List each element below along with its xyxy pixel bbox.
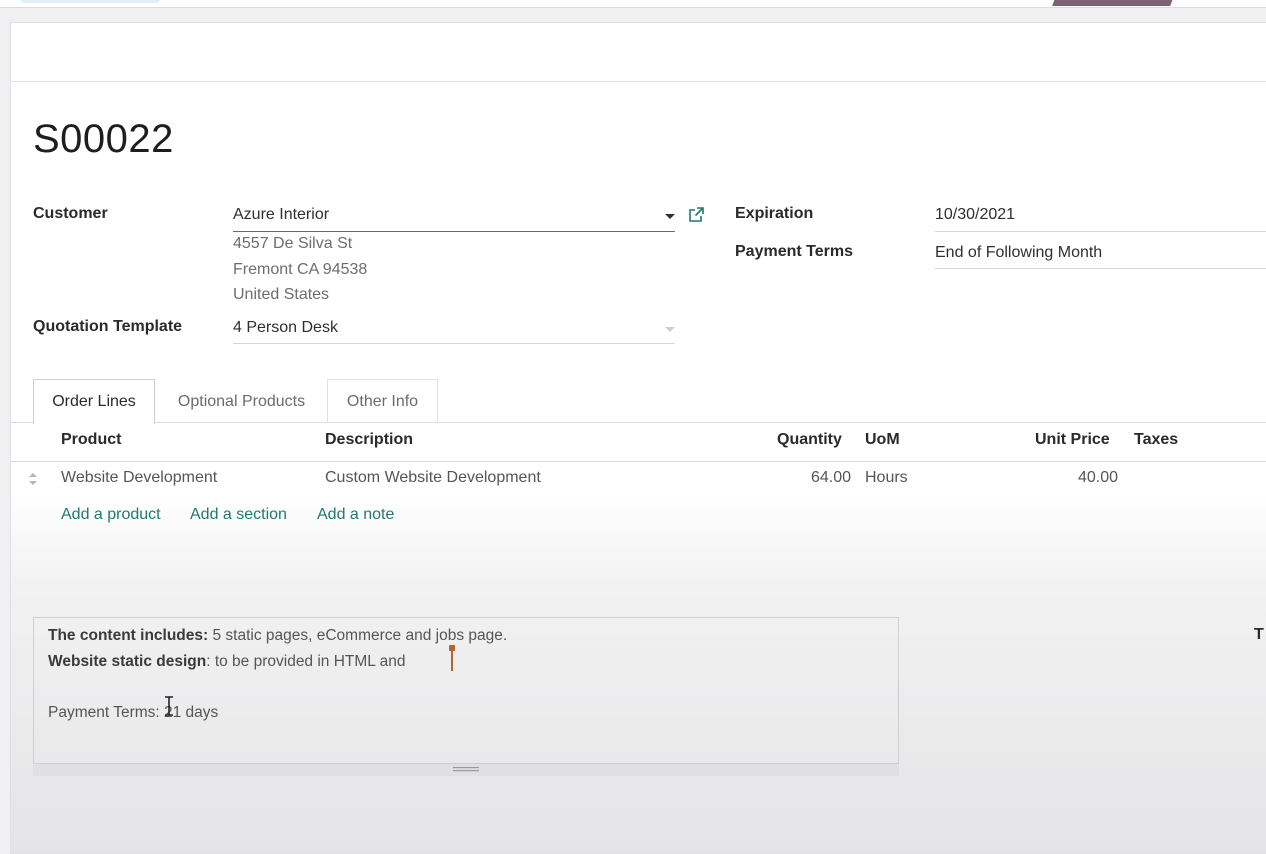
column-header-quantity[interactable]: Quantity — [777, 431, 842, 449]
editor-resize-handle[interactable] — [33, 763, 899, 776]
tabs-divider — [11, 422, 1266, 423]
table-header-divider — [11, 461, 1266, 462]
form-statusbar — [11, 23, 1266, 82]
table-cell-uom[interactable]: Hours — [865, 469, 908, 487]
add-section-link[interactable]: Add a section — [190, 506, 287, 524]
quotation-template-field[interactable]: 4 Person Desk — [233, 319, 338, 337]
address-street: 4557 De Silva St — [233, 235, 353, 252]
expiration-underline — [935, 231, 1266, 232]
table-cell-unit-price[interactable]: 40.00 — [1078, 469, 1118, 487]
payment-terms-label: Payment Terms — [735, 243, 853, 260]
note-line-1: The content includes: 5 static pages, eC… — [48, 627, 507, 645]
note-line-2-text: : to be provided in HTML and — [206, 653, 406, 670]
expiration-label: Expiration — [735, 205, 814, 222]
external-link-icon[interactable] — [688, 207, 705, 223]
table-cell-description[interactable]: Custom Website Development — [325, 469, 541, 487]
tab-other-info[interactable]: Other Info — [327, 379, 438, 423]
tab-optional-products[interactable]: Optional Products — [154, 379, 329, 423]
customer-address: 4557 De Silva St Fremont CA 94538 United… — [233, 231, 367, 308]
drag-handle-icon[interactable] — [28, 471, 38, 487]
terms-note-editor[interactable]: The content includes: 5 static pages, eC… — [33, 617, 899, 776]
column-header-unit-price[interactable]: Unit Price — [1035, 431, 1110, 449]
page-title: S00022 — [33, 117, 174, 161]
customer-field[interactable]: Azure Interior — [233, 206, 329, 224]
ibeam-cursor-icon — [165, 696, 173, 716]
note-line-1-bold: The content includes: — [48, 627, 209, 644]
note-line-3: Payment Terms: 21 days — [48, 704, 219, 721]
add-note-link[interactable]: Add a note — [317, 506, 394, 524]
column-header-taxes[interactable]: Taxes — [1134, 431, 1178, 449]
quotation-template-label: Quotation Template — [33, 318, 183, 335]
column-header-description[interactable]: Description — [325, 431, 413, 449]
navbar-tab[interactable] — [20, 0, 160, 3]
chevron-down-icon[interactable] — [665, 327, 675, 332]
quotation-template-underline — [233, 343, 675, 344]
navbar-active-stage[interactable] — [1052, 0, 1174, 6]
address-city: Fremont CA 94538 — [233, 260, 368, 278]
form-sheet: S00022 Customer Azure Interior 4557 De S… — [10, 22, 1266, 854]
table-cell-quantity[interactable]: 64.00 — [811, 469, 851, 487]
column-header-uom[interactable]: UoM — [865, 431, 900, 449]
customer-label: Customer — [33, 205, 108, 222]
payment-terms-field[interactable]: End of Following Month — [935, 244, 1102, 262]
note-line-1-text: 5 static pages, eCommerce and jobs page. — [208, 627, 508, 644]
expiration-field[interactable]: 10/30/2021 — [935, 206, 1015, 224]
add-product-link[interactable]: Add a product — [61, 506, 161, 524]
totals-label-partial: T — [1254, 626, 1264, 643]
grip-icon — [453, 767, 479, 772]
address-country: United States — [233, 286, 330, 303]
payment-terms-underline — [935, 268, 1266, 269]
note-line-2-bold: Website static design — [48, 653, 207, 670]
text-cursor — [449, 645, 455, 671]
top-navbar — [0, 0, 1266, 8]
tab-order-lines[interactable]: Order Lines — [33, 379, 155, 424]
note-line-2: Website static design: to be provided in… — [48, 653, 406, 671]
chevron-down-icon[interactable] — [665, 214, 675, 219]
column-header-product[interactable]: Product — [61, 431, 121, 449]
table-cell-product[interactable]: Website Development — [61, 469, 217, 487]
